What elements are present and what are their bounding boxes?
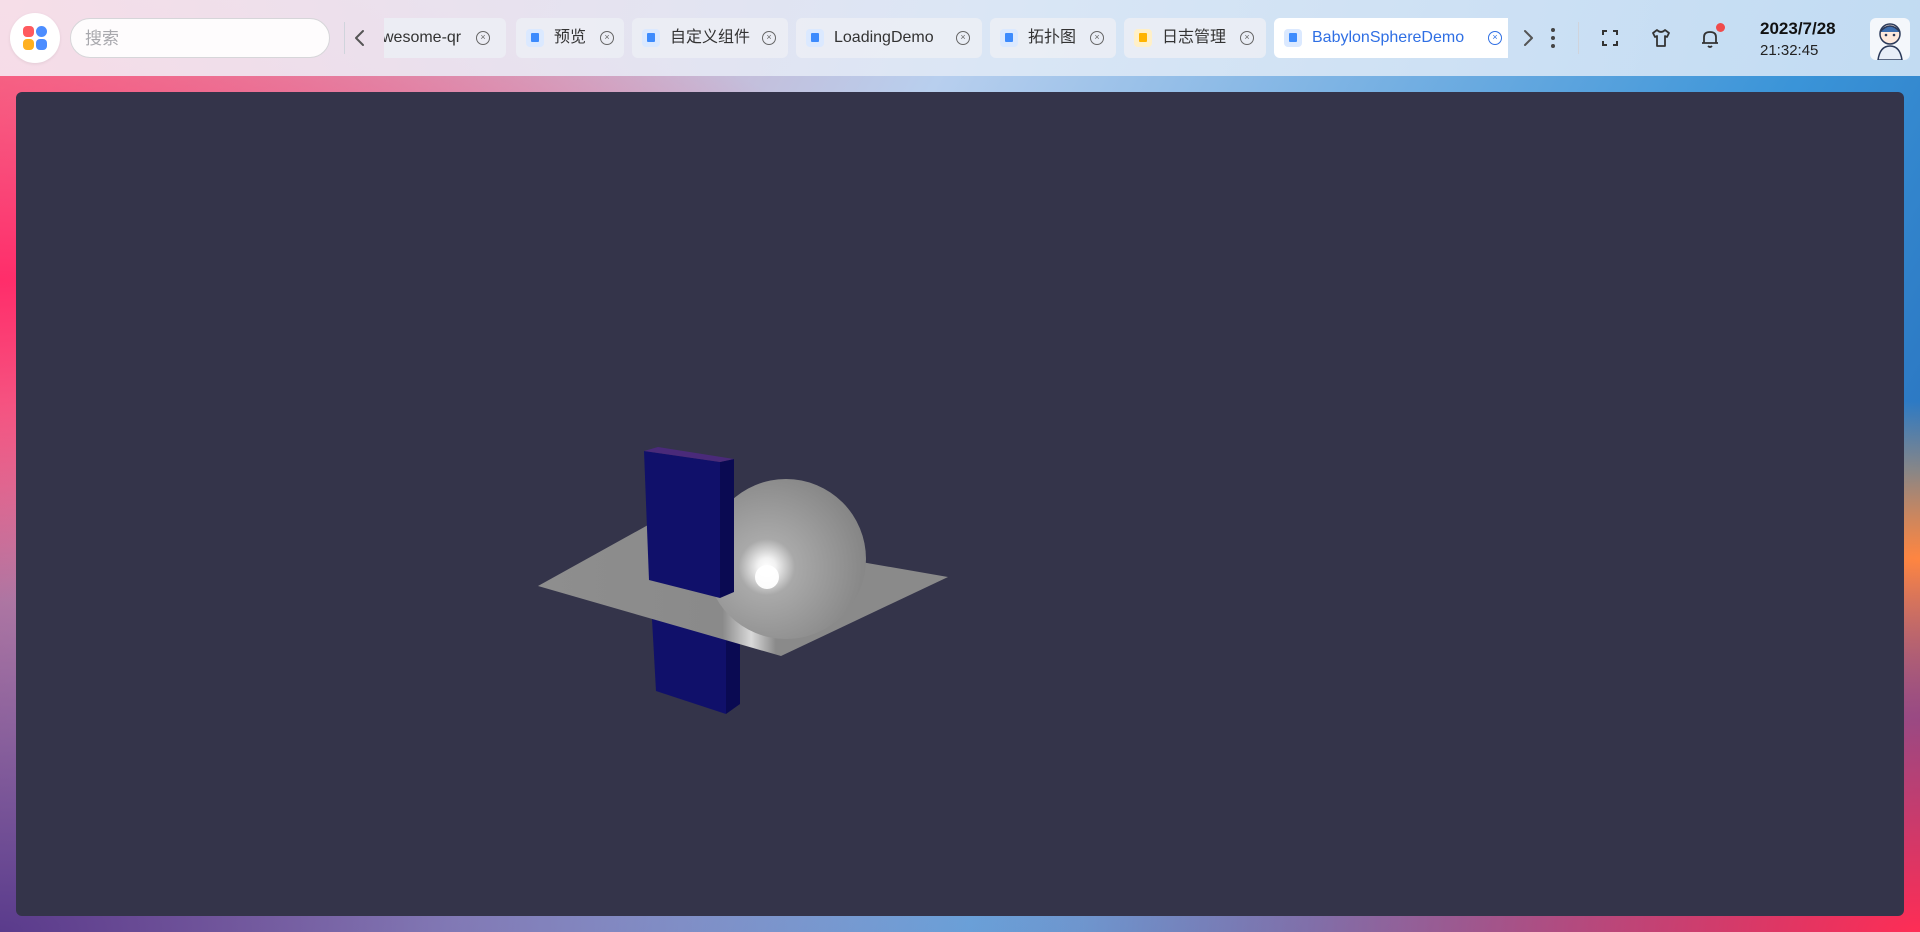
tab-strip: wesome-qr × 预览 × 自定义组件 × LoadingDemo × 拓…: [384, 18, 1508, 58]
avatar[interactable]: [1870, 18, 1910, 60]
tab-topology[interactable]: 拓扑图 ×: [990, 18, 1116, 58]
tab-label: LoadingDemo: [834, 29, 934, 46]
search-input[interactable]: [83, 19, 307, 59]
close-icon[interactable]: ×: [1240, 31, 1254, 45]
divider: [1578, 22, 1579, 54]
current-time: 21:32:45: [1760, 42, 1819, 59]
close-icon[interactable]: ×: [762, 31, 776, 45]
specular-highlight: [755, 565, 779, 589]
app-logo-icon[interactable]: [10, 13, 60, 63]
tab-loading-demo[interactable]: LoadingDemo ×: [796, 18, 982, 58]
box-upper: [644, 447, 734, 598]
tab-label: wesome-qr: [384, 29, 462, 46]
top-bar: wesome-qr × 预览 × 自定义组件 × LoadingDemo × 拓…: [0, 0, 1920, 76]
current-date: 2023/7/28: [1760, 19, 1836, 38]
tab-preview[interactable]: 预览 ×: [516, 18, 624, 58]
chevron-left-icon[interactable]: [348, 24, 372, 52]
notification-dot: [1716, 23, 1725, 32]
cube-icon: [1284, 29, 1302, 47]
log-icon: [1134, 29, 1152, 47]
tab-label: 日志管理: [1162, 29, 1227, 46]
fullscreen-icon[interactable]: [1596, 24, 1624, 52]
cube-icon: [806, 29, 824, 47]
close-icon[interactable]: ×: [1488, 31, 1502, 45]
tab-log-management[interactable]: 日志管理 ×: [1124, 18, 1266, 58]
3d-scene: [538, 447, 948, 714]
divider: [344, 22, 345, 54]
babylon-canvas[interactable]: [16, 92, 1904, 916]
tab-custom-components[interactable]: 自定义组件 ×: [632, 18, 788, 58]
close-icon[interactable]: ×: [956, 31, 970, 45]
more-vertical-icon[interactable]: [1550, 26, 1556, 50]
chevron-right-icon[interactable]: [1516, 24, 1540, 52]
search-box[interactable]: [70, 18, 330, 59]
tab-label: 自定义组件: [670, 29, 751, 46]
close-icon[interactable]: ×: [600, 31, 614, 45]
shirt-icon[interactable]: [1647, 24, 1675, 52]
tab-label: 拓扑图: [1028, 29, 1077, 46]
cube-icon: [642, 29, 660, 47]
cube-icon: [526, 29, 544, 47]
close-icon[interactable]: ×: [476, 31, 490, 45]
close-icon[interactable]: ×: [1090, 31, 1104, 45]
cube-icon: [1000, 29, 1018, 47]
tab-babylon-sphere-demo[interactable]: BabylonSphereDemo ×: [1274, 18, 1508, 58]
tab-label: 预览: [554, 29, 587, 46]
tab-awesome-qr[interactable]: wesome-qr ×: [384, 18, 506, 58]
tab-label: BabylonSphereDemo: [1312, 29, 1465, 46]
